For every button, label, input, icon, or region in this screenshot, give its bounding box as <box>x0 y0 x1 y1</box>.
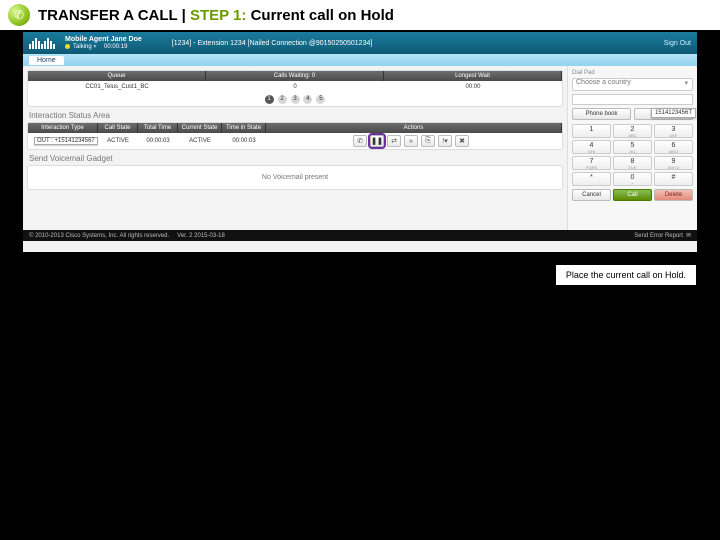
delete-button[interactable]: Delete <box>654 189 693 201</box>
slide-title-bar: ✆ TRANSFER A CALL | STEP 1: Current call… <box>0 0 720 30</box>
col-waiting[interactable]: Calls Waiting: 0 <box>206 71 384 81</box>
key-9[interactable]: 9WXYZ <box>654 156 693 170</box>
app-header: Mobile Agent Jane Doe Talking ▾ 00:00:19… <box>23 32 697 54</box>
report-env-icon: ✉ <box>686 232 691 239</box>
key-8[interactable]: 8TUV <box>613 156 652 170</box>
manual-dial-button[interactable]: 1514123456T <box>634 108 693 120</box>
col-interaction-type[interactable]: Interaction Type <box>28 123 98 133</box>
signout-link[interactable]: Sign Out <box>664 40 691 47</box>
link-icon[interactable]: ⎘ <box>421 135 435 147</box>
footer-version: Ver. 2 2015-03-18 <box>177 233 225 239</box>
isa-title: Interaction Status Area <box>29 111 561 120</box>
queue-row: CC01_Telus_Cust1_BC 0 00:00 <box>28 81 562 93</box>
step-caption: Place the current call on Hold. <box>555 264 697 286</box>
col-queue[interactable]: Queue <box>28 71 206 81</box>
dial-pad-title: Dial Pad <box>572 70 693 76</box>
key-hash[interactable]: # <box>654 172 693 186</box>
key-star[interactable]: * <box>572 172 611 186</box>
interaction-row: OUT : +15141234567 ACTIVE 00:00:03 ACTIV… <box>28 133 562 149</box>
key-2[interactable]: 2ABC <box>613 124 652 138</box>
queue-waiting: 0 <box>206 81 384 93</box>
slide-title-pre: TRANSFER A CALL | <box>38 7 190 24</box>
key-1[interactable]: 1 <box>572 124 611 138</box>
ix-callstate: ACTIVE <box>98 138 138 144</box>
ix-type-cell: OUT : +15141234567 <box>28 138 98 144</box>
key-0[interactable]: 0+ <box>613 172 652 186</box>
page-2[interactable]: 2 <box>278 95 287 104</box>
number-input[interactable] <box>572 94 693 105</box>
ix-total: 00:00:03 <box>138 138 178 144</box>
send-error-report-link[interactable]: Send Error Report <box>634 233 683 239</box>
cisco-logo-icon <box>29 38 57 49</box>
ix-type-tag: OUT : +15141234567 <box>34 137 98 145</box>
page-1[interactable]: 1 <box>265 95 274 104</box>
page-3[interactable]: 3 <box>291 95 300 104</box>
slide-title-post: Current call on Hold <box>246 7 394 24</box>
ix-current: ACTIVE <box>178 138 222 144</box>
vm-title: Send Voicemail Gadget <box>29 154 561 163</box>
col-current-state[interactable]: Current State <box>178 123 222 133</box>
transfer-icon[interactable]: ⇄ <box>387 135 401 147</box>
app-screen: Mobile Agent Jane Doe Talking ▾ 00:00:19… <box>23 32 697 252</box>
tab-home[interactable]: Home <box>29 56 64 65</box>
cancel-button[interactable]: Cancel <box>572 189 611 201</box>
country-select[interactable]: Choose a country <box>572 78 693 91</box>
alert-icon[interactable]: !▾ <box>438 135 452 147</box>
footer-copyright: © 2010-2013 Cisco Systems, Inc. All righ… <box>29 233 169 239</box>
keypad: 1 2ABC 3DEF 4GHI 5JKL 6MNO 7PQRS 8TUV 9W… <box>572 124 693 186</box>
manual-dial-tag: 1514123456T <box>651 108 696 118</box>
voicemail-panel: No Voicemail present <box>27 165 563 190</box>
phone-ball-icon: ✆ <box>8 4 30 26</box>
ix-actions: ✆ ❚❚ ⇄ » ⎘ !▾ ✖ <box>266 135 562 147</box>
hold-button[interactable]: ❚❚ <box>370 135 384 147</box>
agent-name: Mobile Agent Jane Doe <box>65 36 142 43</box>
header-call-info: [1234] - Extension 1234 [Nailed Connecti… <box>172 40 373 47</box>
phone-icon[interactable]: ✆ <box>353 135 367 147</box>
queue-longest: 00:00 <box>384 81 562 93</box>
ix-tis: 00:00:03 <box>222 138 266 144</box>
close-icon[interactable]: ✖ <box>455 135 469 147</box>
dial-pad-panel: Dial Pad Choose a country Phone book 151… <box>567 66 697 241</box>
queue-name: CC01_Telus_Cust1_BC <box>28 81 206 93</box>
key-5[interactable]: 5JKL <box>613 140 652 154</box>
col-call-state[interactable]: Call State <box>98 123 138 133</box>
agent-status[interactable]: Talking ▾ 00:00:19 <box>65 43 142 50</box>
app-footer: © 2010-2013 Cisco Systems, Inc. All righ… <box>23 230 697 241</box>
slide-title-step: STEP 1: <box>190 7 246 24</box>
col-total-time[interactable]: Total Time <box>138 123 178 133</box>
vm-empty: No Voicemail present <box>262 174 328 181</box>
phonebook-button[interactable]: Phone book <box>572 108 631 120</box>
col-longest[interactable]: Longest Wait <box>384 71 562 81</box>
tab-strip: Home <box>23 54 697 66</box>
status-dot-icon <box>65 44 70 49</box>
caption-row: Place the current call on Hold. <box>23 264 697 286</box>
page-5[interactable]: 5 <box>316 95 325 104</box>
key-3[interactable]: 3DEF <box>654 124 693 138</box>
interaction-table: Interaction Type Call State Total Time C… <box>27 122 563 150</box>
col-actions[interactable]: Actions <box>266 123 562 133</box>
key-7[interactable]: 7PQRS <box>572 156 611 170</box>
agent-block: Mobile Agent Jane Doe Talking ▾ 00:00:19 <box>65 36 142 50</box>
col-time-in-state[interactable]: Time in State <box>222 123 266 133</box>
call-button[interactable]: Call <box>613 189 652 201</box>
status-timer: 00:00:19 <box>104 44 127 50</box>
queue-pager: 1 2 3 4 5 <box>28 93 562 106</box>
key-4[interactable]: 4GHI <box>572 140 611 154</box>
page-4[interactable]: 4 <box>303 95 312 104</box>
key-6[interactable]: 6MNO <box>654 140 693 154</box>
arrow-icon[interactable]: » <box>404 135 418 147</box>
queues-table: Queue Calls Waiting: 0 Longest Wait CC01… <box>27 70 563 107</box>
slide-title: TRANSFER A CALL | STEP 1: Current call o… <box>38 7 394 24</box>
